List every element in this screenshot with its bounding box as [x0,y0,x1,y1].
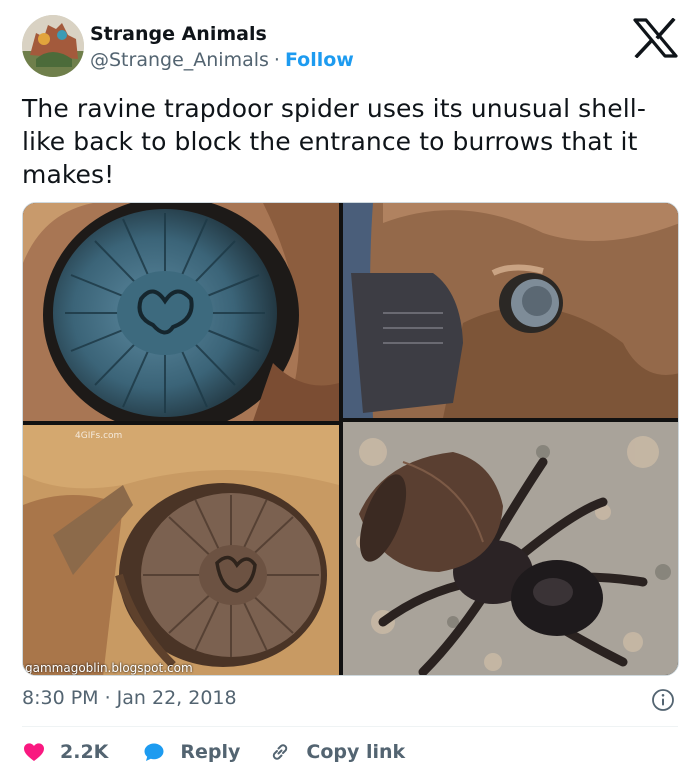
display-name[interactable]: Strange Animals [90,22,267,46]
like-count: 2.2K [60,741,109,763]
avatar[interactable] [22,15,84,77]
info-icon[interactable] [651,688,675,712]
tweet-text: The ravine trapdoor spider uses its unus… [22,94,646,189]
link-icon [273,744,288,760]
handle-separator: · [273,49,280,71]
like-button[interactable]: 2.2K [22,740,108,764]
reply-label: Reply [180,741,241,763]
media-watermark-source: gammagoblin.blogspot.com [25,661,193,675]
media-photo-lid-closeup [23,203,339,421]
media-divider [343,418,678,422]
media-divider [339,203,343,675]
x-logo-icon[interactable] [632,17,678,59]
tweet-card: Strange Animals @Strange_Animals · Follow … [0,0,700,779]
chat-bubble-icon [144,743,164,761]
tweet-timestamp[interactable]: 8:30 PM · Jan 22, 2018 [22,686,237,710]
copy-link-label: Copy link [306,741,406,763]
tweet-actions: 2.2K Reply Copy link [22,738,405,766]
media-divider [23,421,339,425]
media-photo-shell-plug [23,425,339,675]
media-photo-spider [343,422,678,675]
media-watermark: 4GIFs.com [75,431,123,441]
reply-button[interactable]: Reply [142,740,240,764]
handle-row: @Strange_Animals · Follow [90,48,354,72]
follow-button[interactable]: Follow [285,49,354,71]
media-photo-burrow [343,203,678,418]
divider [22,726,678,727]
heart-icon [24,743,44,761]
copy-link-button[interactable]: Copy link [268,740,405,764]
user-handle[interactable]: @Strange_Animals [90,49,269,71]
tweet-media[interactable]: 4GIFs.com gammagoblin.blogspot.com [22,202,679,676]
